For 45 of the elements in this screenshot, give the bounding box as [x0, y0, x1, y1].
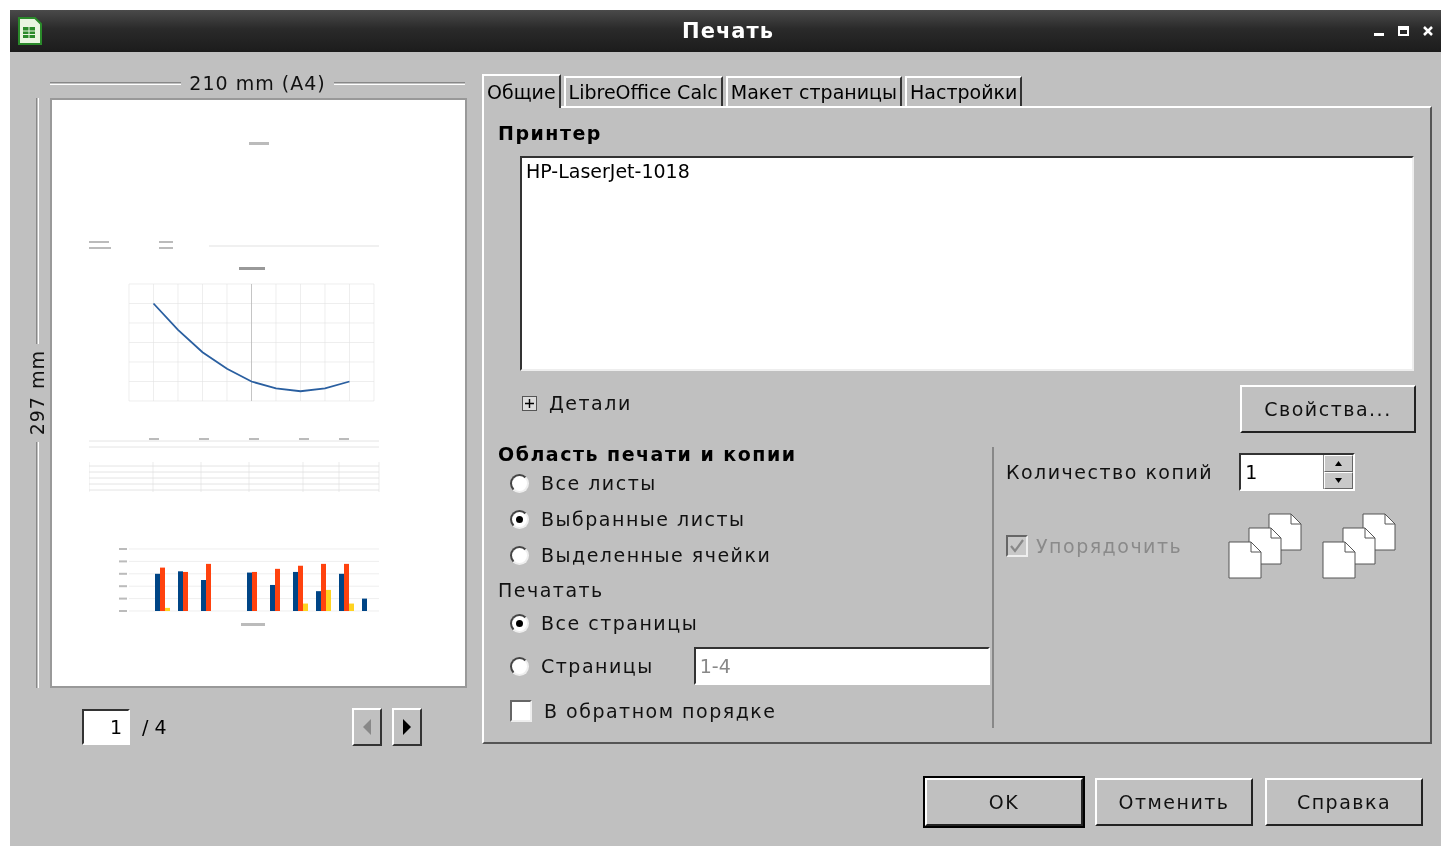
radio-button[interactable] — [510, 613, 529, 633]
maximize-icon[interactable] — [1398, 26, 1409, 36]
printer-item[interactable]: HP-LaserJet-1018 — [526, 160, 1408, 182]
checkbox-label[interactable]: В обратном порядке — [544, 700, 777, 722]
radio-button[interactable] — [510, 545, 529, 565]
down-triangle-icon — [1335, 478, 1343, 483]
radio-label[interactable]: Страницы — [541, 655, 654, 677]
radio-label[interactable]: Все страницы — [541, 612, 699, 634]
tab[interactable]: Макет страницы — [725, 76, 902, 106]
left-triangle-icon — [362, 719, 372, 735]
increment-button[interactable] — [1324, 455, 1354, 472]
collated-pages-icon — [1322, 513, 1397, 579]
window-title: Печать — [681, 19, 775, 43]
copies-label: Количество копий — [1006, 461, 1214, 483]
page-number-field[interactable]: 1 — [82, 709, 130, 745]
up-triangle-icon — [1335, 461, 1343, 466]
dialog-button[interactable]: Отменить — [1095, 778, 1253, 826]
tab[interactable]: Настройки — [905, 76, 1023, 106]
radio-label[interactable]: Выбранные листы — [541, 508, 746, 530]
tab[interactable]: LibreOffice Calc — [563, 76, 723, 106]
radio-button[interactable] — [510, 473, 529, 493]
dialog-button[interactable]: Справка — [1265, 778, 1423, 826]
radio-button[interactable] — [510, 656, 529, 676]
page-total: / 4 — [142, 716, 167, 738]
decrement-button[interactable] — [1324, 472, 1354, 489]
collated-pages-icon — [1228, 513, 1303, 579]
close-icon[interactable] — [1423, 26, 1433, 36]
next-page-button[interactable] — [392, 708, 422, 746]
section-heading: Область печати и копии — [498, 443, 798, 465]
right-triangle-icon — [402, 719, 412, 735]
print-label: Печатать — [498, 579, 605, 601]
tab[interactable]: Общие — [482, 74, 561, 108]
dialog-button[interactable]: OK — [925, 778, 1083, 826]
printer-list[interactable]: HP-LaserJet-1018 — [520, 156, 1414, 371]
spreadsheet-app-icon — [18, 17, 42, 45]
page-width-label: 210 mm (A4) — [189, 72, 326, 94]
radio-label[interactable]: Все листы — [541, 472, 657, 494]
properties-button[interactable]: Свойства... — [1240, 385, 1416, 433]
radio-label[interactable]: Выделенные ячейки — [541, 544, 772, 566]
copies-spin-field[interactable]: 1 — [1239, 453, 1356, 491]
radio-button[interactable] — [510, 509, 529, 529]
details-expander[interactable]: Детали — [522, 392, 632, 414]
section-heading: Принтер — [498, 122, 603, 144]
checkbox[interactable] — [510, 700, 532, 722]
page-height-label: 297 mm — [26, 350, 48, 436]
